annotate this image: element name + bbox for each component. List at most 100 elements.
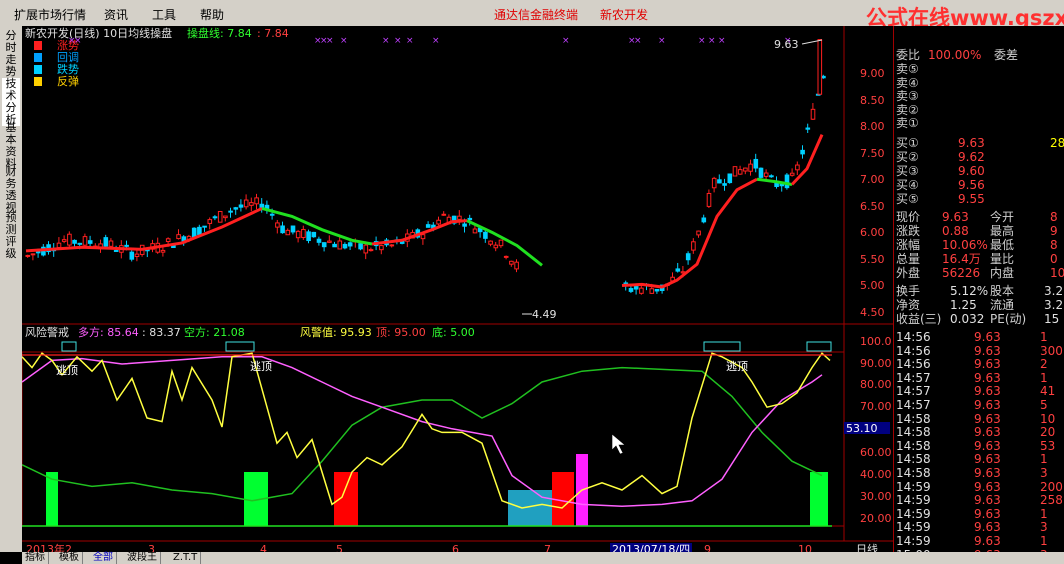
side-tab-technical[interactable]: 技术分析 [2, 78, 20, 126]
buy-row: 买⑤ 9.55 [894, 192, 1064, 206]
candle-body [514, 261, 519, 270]
price-tick: 8.00 [860, 120, 885, 133]
stat-value-2: 8 [1050, 210, 1058, 224]
candle-body [789, 172, 795, 176]
legend-swatch-fall [34, 65, 42, 74]
chart-area[interactable]: 新农开发(日线) 10日均线操盘 操盘线: 7.84 : 7.84 涨势 回调 … [22, 26, 893, 556]
tick-row: 14:58 9.63 20 [894, 425, 1064, 439]
tick-row: 14:59 9.63 258 [894, 493, 1064, 507]
candle-body [368, 249, 374, 252]
signal-marker: × [340, 36, 348, 46]
stat-value-2: 9 [1050, 224, 1058, 238]
candle-body [821, 75, 826, 79]
candle-body [249, 202, 254, 206]
stat2-label: 换手 [896, 284, 921, 298]
bottom-tab-all[interactable]: 全部 [90, 552, 117, 564]
tick-row: 14:59 9.63 1 [894, 507, 1064, 521]
tick-row: 14:56 9.63 2 [894, 357, 1064, 371]
candle-body [691, 241, 696, 251]
tick-price: 9.63 [974, 438, 1001, 453]
tick-volume: 1 [1040, 452, 1048, 467]
candle-body [732, 166, 738, 177]
bottom-tab-ztt[interactable]: Z.T.T [170, 552, 202, 564]
signal-marker: × [718, 36, 726, 46]
menu-item-news[interactable]: 资讯 [104, 6, 128, 23]
indicator-value2: : 83.37 [142, 326, 181, 339]
legend-swatch-rebound [34, 77, 42, 86]
tick-volume: 1 [1040, 370, 1048, 385]
legend-swatch-pullback [34, 53, 42, 62]
side-tab-profile[interactable]: 基本资料 [2, 122, 20, 170]
menu-item-help[interactable]: 帮助 [200, 6, 224, 23]
buy-level-label: 买③ [896, 164, 919, 178]
indicator-di-label: 底: 5.00 [432, 325, 475, 339]
tick-row: 14:58 9.63 53 [894, 439, 1064, 453]
sell-level-label: 卖② [896, 102, 919, 117]
candle-body [217, 210, 223, 223]
stat2-value: 0.032 [950, 312, 985, 326]
tick-volume: 1 [1040, 330, 1048, 344]
candle-body [332, 243, 337, 248]
escape-top-label-3: 逃顶 [726, 360, 748, 373]
tick-price: 9.63 [974, 343, 1001, 358]
stat-label-2: 内盘 [990, 266, 1015, 280]
candle-body [810, 108, 816, 120]
candle-body [165, 238, 171, 243]
side-tab-financial[interactable]: 财务透视 [2, 166, 20, 214]
stat2-label-2: 股本 [990, 284, 1015, 298]
candle-body [805, 127, 811, 130]
bottom-tab-band-king[interactable]: 波段王 [124, 552, 161, 564]
sell-row: 卖① [894, 116, 1064, 130]
menu-item-tools[interactable]: 工具 [152, 6, 176, 23]
candle-body [113, 249, 119, 252]
stat2-value: 1.25 [950, 298, 977, 312]
buy-level-price: 9.55 [958, 192, 985, 206]
candle-body [301, 228, 306, 238]
candle-body [103, 237, 109, 247]
candle-body [498, 239, 504, 247]
candle-body [337, 240, 343, 250]
tick-time: 14:56 [896, 343, 931, 358]
tick-time: 14:57 [896, 384, 931, 399]
tick-time: 14:58 [896, 411, 931, 426]
tick-row: 14:57 9.63 41 [894, 384, 1064, 398]
candle-body [254, 197, 259, 205]
tick-price: 9.63 [974, 479, 1001, 494]
candle-body [711, 177, 717, 189]
sell-level-label: 卖③ [896, 89, 919, 103]
stat2-label-2: PE(动) [990, 312, 1027, 326]
bottom-tab-indicator[interactable]: 指标 [22, 552, 49, 564]
stat2-label: 净资 [896, 298, 921, 312]
menu-item-extended-market[interactable]: 扩展市场行情 [14, 6, 86, 23]
sell-level-label: 卖⑤ [896, 62, 919, 76]
bottom-tab-template[interactable]: 模板 [56, 552, 83, 564]
candle-body [124, 244, 129, 247]
candle-body [363, 244, 369, 254]
side-tab-rating[interactable]: 预测评级 [2, 212, 20, 260]
tick-time: 14:56 [896, 330, 931, 344]
buy-level-price: 9.62 [958, 150, 985, 164]
tick-time: 14:58 [896, 438, 931, 453]
stat-label-2: 量比 [990, 252, 1015, 266]
candle-body [269, 213, 275, 216]
kline-chart-canvas[interactable]: 新农开发(日线) 10日均线操盘 操盘线: 7.84 : 7.84 涨势 回调 … [22, 26, 893, 556]
candle-body [285, 229, 291, 236]
buy-row: 买② 9.62 [894, 150, 1064, 164]
candle-body [389, 244, 395, 247]
indicator-tick: 20.00 [860, 512, 892, 525]
candle-body [441, 213, 447, 216]
buy-row: 买① 9.63 28 [894, 136, 1064, 150]
candle-body [321, 242, 327, 248]
buy-level-label: 买② [896, 150, 919, 164]
stock-name-title: 新农开发 [600, 8, 649, 22]
escape-top-label-2: 逃顶 [250, 360, 272, 373]
sell-level-label: 卖④ [896, 75, 919, 90]
escape-top-label-1: 逃顶 [56, 364, 78, 377]
candle-body [316, 238, 322, 243]
candle-body [129, 251, 135, 260]
tick-volume: 5 [1040, 398, 1048, 412]
side-tab-intraday[interactable]: 分时走势 [2, 30, 20, 78]
candle-body [675, 268, 681, 272]
price-tick: 6.50 [860, 200, 885, 213]
stat2-value-2: 3.2 [1044, 298, 1064, 312]
